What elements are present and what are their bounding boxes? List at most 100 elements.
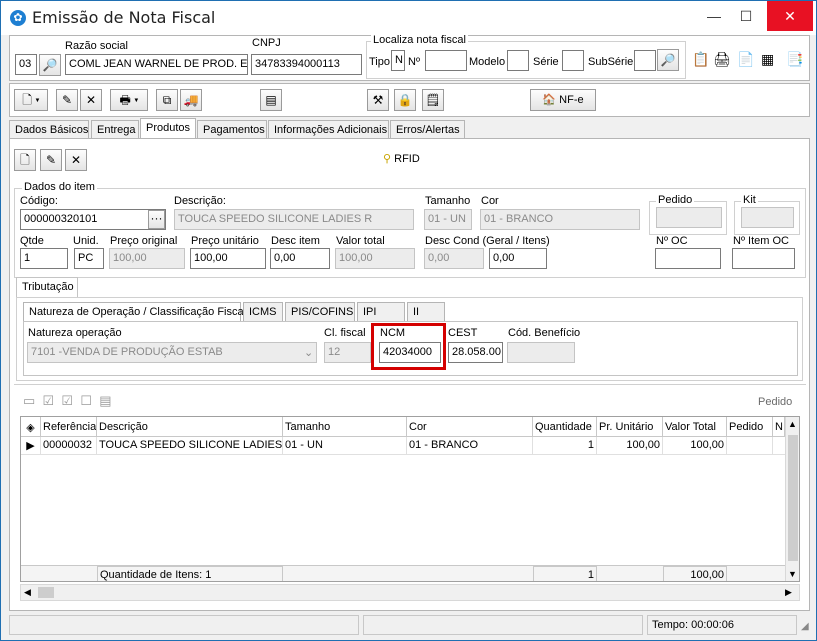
tab-dados-basicos[interactable]: Dados Básicos [9,120,89,140]
resize-grip-icon[interactable]: ◢ [801,621,809,632]
tab-erros-alertas[interactable]: Erros/Alertas [390,120,465,140]
search-icon: 🔎 [660,53,676,67]
copy-button[interactable]: ⧉ [156,89,178,111]
serie-field[interactable] [562,50,584,71]
scroll-left-icon[interactable]: ◀ [24,587,31,598]
modelo-field[interactable] [507,50,529,71]
cell-pedido [727,437,773,455]
valor-total-label: Valor total [336,235,385,247]
subserie-field[interactable] [634,50,656,71]
close-button[interactable]: ✕ [767,1,813,31]
cell-pr-unitario: 100,00 [597,437,663,455]
cnpj-field[interactable]: 34783394000113 [251,54,362,75]
qtde-field[interactable]: 1 [20,248,68,269]
check-list-icon[interactable]: ☑ [43,393,55,408]
grid-icon[interactable]: ▦ [761,51,774,68]
window-title: Emissão de Nota Fiscal [32,8,216,27]
export-icon[interactable]: ▤ [99,393,111,408]
subtab-icms[interactable]: ICMS [243,302,283,321]
notes-button[interactable]: 🗒 [422,89,444,111]
item-delete-button[interactable]: ✕ [65,149,87,171]
document-list-icon[interactable]: 📋 [692,51,709,68]
desc-item-field[interactable]: 0,00 [270,248,330,269]
produtos-panel: 🗋 ✎ ✕ ⚲ RFID Dados do item Código: 00000… [9,138,810,611]
col-quantidade[interactable]: Quantidade [533,417,597,437]
lock-button[interactable]: 🔒 [394,89,416,111]
printer-red-icon[interactable]: 🖨 [713,51,731,68]
scroll-right-icon[interactable]: ▶ [785,587,792,598]
natureza-select[interactable]: 7101 -VENDA DE PRODUÇÃO ESTAB [27,342,317,363]
razao-social-field[interactable]: COML JEAN WARNEL DE PROD. ESP. [65,54,248,75]
desc-cond-itens-field[interactable]: 0,00 [489,248,547,269]
page-icon[interactable]: 📄 [737,51,754,68]
hscroll-thumb[interactable] [38,587,54,598]
tab-informacoes-adicionais[interactable]: Informações Adicionais [268,120,389,140]
tab-pagamentos[interactable]: Pagamentos [197,120,267,140]
nfe-button-label: NF-e [559,94,584,106]
unid-field[interactable]: PC [74,248,104,269]
edit-button[interactable]: ✎ [56,89,78,111]
subtab-pis-cofins[interactable]: PIS/COFINS [285,302,355,321]
numero-field[interactable] [425,50,467,71]
tipo-field[interactable]: N [391,50,405,71]
no-oc-field[interactable] [655,248,721,269]
table-row[interactable]: ▶ 00000032 TOUCA SPEEDO SILICONE LADIES … [21,437,785,455]
codigo-field[interactable]: 000000320101 [20,209,166,230]
sheet-edit-icon[interactable]: 📑 [786,51,803,68]
horizontal-scrollbar[interactable]: ◀ ▶ [20,584,800,601]
localiza-search-button[interactable]: 🔎 [657,49,679,71]
tab-tributacao[interactable]: Tributação [16,277,78,299]
pedido-grid-button[interactable]: Pedido [758,396,792,408]
uncheck-icon[interactable]: ☐ [80,393,92,408]
preco-unitario-field[interactable]: 100,00 [190,248,266,269]
scroll-down-icon[interactable]: ▼ [788,569,797,579]
tools-button[interactable]: ⚒ [367,89,389,111]
chevron-down-icon[interactable]: ⌄ [304,346,313,359]
vertical-scrollbar[interactable]: ▲ ▼ [785,417,799,581]
descricao-field: TOUCA SPEEDO SILICONE LADIES R [174,209,414,230]
tab-produtos[interactable]: Produtos [140,118,196,140]
cnpj-label: CNPJ [252,37,281,49]
item-new-button[interactable]: 🗋 [14,149,36,171]
modelo-label: Modelo [469,56,506,68]
col-cor[interactable]: Cor [407,417,533,437]
new-button[interactable]: 🗋 ▾ [14,89,48,111]
col-descricao[interactable]: Descrição [97,417,283,437]
tamanho-field: 01 - UN [424,209,472,230]
empresa-search-button[interactable]: 🔎 [39,54,61,76]
col-referencia[interactable]: Referência [41,417,97,437]
subtab-ipi[interactable]: IPI [357,302,405,321]
cod-beneficio-field[interactable] [507,342,575,363]
col-n[interactable]: N [773,417,785,437]
main-window: ✿ Emissão de Nota Fiscal — ☐ ✕ 03 🔎 Razã… [0,0,817,641]
nfe-button[interactable]: 🏠 NF-e [530,89,596,111]
rfid-button[interactable]: ⚲ RFID [383,152,420,165]
maximize-button[interactable]: ☐ [729,1,763,31]
subtab-natureza[interactable]: Natureza de Operação / Classificação Fis… [23,302,246,322]
ncm-highlight-box [371,323,446,370]
col-pr-unitario[interactable]: Pr. Unitário [597,417,663,437]
subtab-ii[interactable]: II [407,302,445,321]
no-item-oc-field[interactable] [732,248,795,269]
new-document-icon: 🗋 ▾ [22,93,40,107]
truck-button[interactable]: 🚚 [180,89,202,111]
print-button[interactable]: 🖶 ▾ [110,89,148,111]
tab-entrega[interactable]: Entrega [91,120,139,140]
scroll-up-icon[interactable]: ▲ [788,419,797,429]
col-pedido[interactable]: Pedido [727,417,773,437]
calendar-button[interactable]: ▤ [260,89,282,111]
item-edit-button[interactable]: ✎ [40,149,62,171]
scrollbar-thumb[interactable] [788,435,798,561]
col-tamanho[interactable]: Tamanho [283,417,407,437]
collapse-icon[interactable]: ▭ [23,393,35,408]
title-bar: ✿ Emissão de Nota Fiscal — ☐ ✕ [1,1,816,35]
minimize-button[interactable]: — [697,1,731,31]
check-all-icon[interactable]: ☑ [61,393,73,408]
descricao-label: Descrição: [174,195,226,207]
empresa-code-field[interactable]: 03 [15,54,37,75]
codigo-lookup-button[interactable]: ··· [148,210,165,229]
cest-field[interactable]: 28.058.00 [448,342,503,363]
tools-icon: ⚒ [372,93,384,107]
col-valor-total[interactable]: Valor Total [663,417,727,437]
delete-button[interactable]: ✕ [80,89,102,111]
